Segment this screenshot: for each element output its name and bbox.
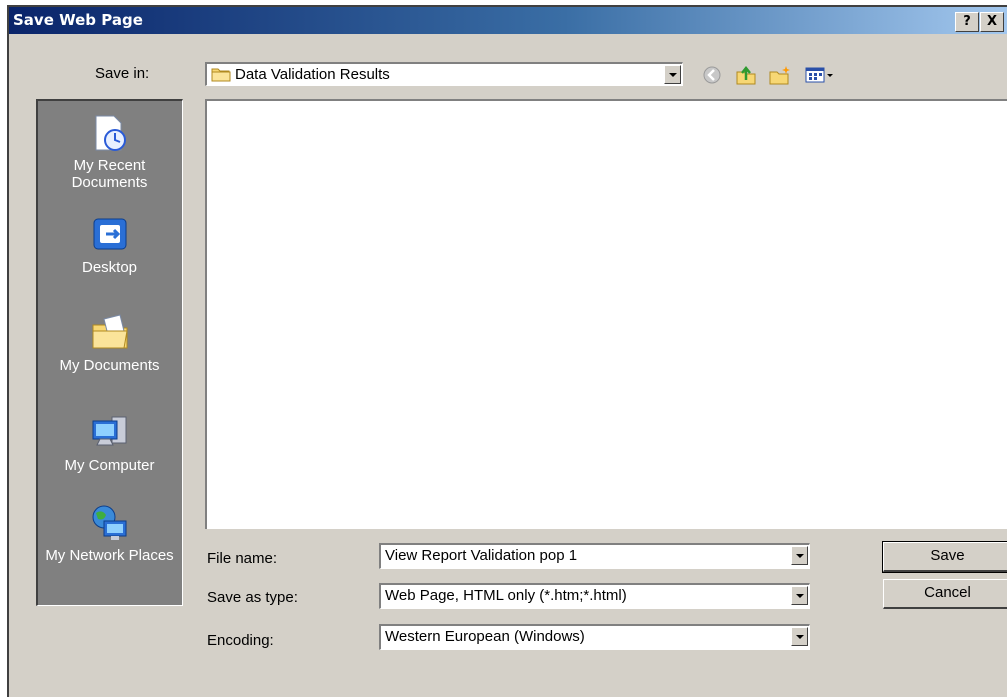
views-menu-icon[interactable] — [805, 65, 835, 89]
save-as-type-value: Web Page, HTML only (*.htm;*.html) — [385, 587, 627, 604]
places-bar: My Recent Documents Desktop My Documents — [36, 99, 183, 606]
recent-documents-icon — [95, 115, 126, 151]
close-button[interactable]: X — [980, 12, 1004, 32]
title-bar[interactable]: Save Web Page ? X — [9, 7, 1007, 34]
file-name-input[interactable]: View Report Validation pop 1 — [379, 543, 810, 569]
cancel-button[interactable]: Cancel — [883, 579, 1007, 609]
place-my-documents[interactable]: My Documents — [38, 313, 181, 374]
new-folder-icon[interactable] — [769, 65, 791, 89]
save-as-type-dropdown-arrow[interactable] — [791, 586, 808, 605]
encoding-dropdown-arrow[interactable] — [791, 627, 808, 646]
file-name-label: File name: — [207, 550, 278, 567]
place-label: My Computer — [64, 457, 155, 474]
save-as-type-label: Save as type: — [207, 589, 298, 606]
place-desktop[interactable]: Desktop — [38, 215, 181, 276]
encoding-value: Western European (Windows) — [385, 628, 585, 645]
file-name-value: View Report Validation pop 1 — [385, 547, 578, 564]
place-recent-documents[interactable]: My Recent Documents — [38, 113, 181, 191]
folder-icon — [211, 66, 231, 86]
place-network-places[interactable]: My Network Places — [38, 503, 181, 564]
place-label: My Documents — [59, 357, 160, 374]
save-web-page-dialog: Save Web Page ? X Save in: Data Validati… — [7, 5, 1007, 697]
save-as-type-dropdown[interactable]: Web Page, HTML only (*.htm;*.html) — [379, 583, 810, 609]
save-in-value: Data Validation Results — [235, 66, 390, 83]
encoding-dropdown[interactable]: Western European (Windows) — [379, 624, 810, 650]
file-list[interactable] — [205, 99, 1007, 529]
network-places-icon — [92, 505, 126, 540]
place-label: Desktop — [81, 259, 138, 276]
place-my-computer[interactable]: My Computer — [38, 413, 181, 474]
place-label: My Network Places — [45, 547, 174, 564]
my-computer-icon — [92, 416, 126, 446]
file-name-dropdown-arrow[interactable] — [791, 546, 808, 565]
up-folder-icon[interactable] — [735, 65, 757, 89]
dialog-title: Save Web Page — [13, 11, 143, 29]
save-in-dropdown[interactable]: Data Validation Results — [205, 62, 683, 86]
save-in-label: Save in: — [95, 65, 150, 82]
back-icon[interactable] — [702, 65, 722, 89]
save-in-dropdown-arrow[interactable] — [664, 65, 681, 84]
desktop-icon — [93, 218, 126, 250]
help-button[interactable]: ? — [955, 12, 979, 32]
save-button[interactable]: Save — [882, 541, 1007, 573]
my-documents-icon — [92, 314, 128, 349]
encoding-label: Encoding: — [207, 632, 274, 649]
place-label: My Recent Documents — [71, 157, 148, 191]
